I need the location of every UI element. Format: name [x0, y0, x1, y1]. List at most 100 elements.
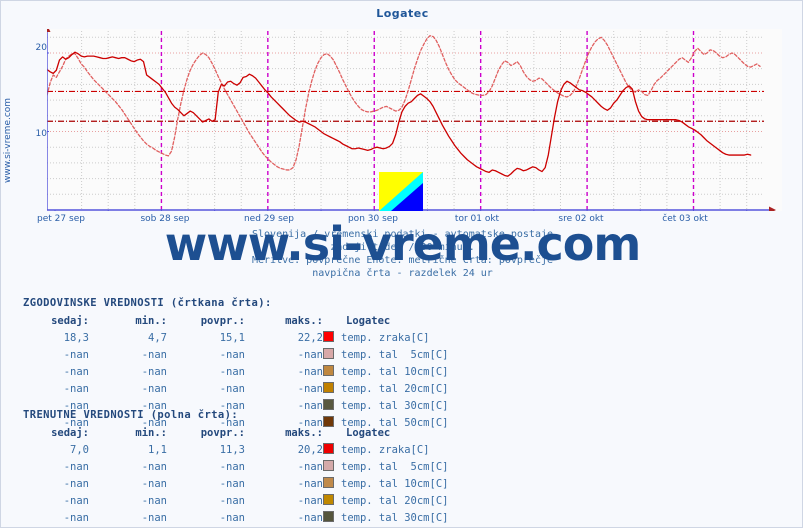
legend-color-swatch-icon	[323, 382, 334, 393]
logo-icon	[379, 172, 423, 211]
table-row: -nan -nan -nan -nan temp. tal 5cm[C]	[23, 348, 448, 365]
cell-povpr: -nan	[219, 366, 245, 378]
historical-section-title: ZGODOVINSKE VREDNOSTI (črtkana črta):	[23, 297, 272, 309]
legend-swatch-cell	[323, 382, 341, 399]
cell-sedaj: 7,0	[70, 444, 89, 456]
caption-line-1: Slovenija / vremenski podatki - avtomats…	[251, 229, 554, 240]
legend-swatch-cell	[323, 477, 341, 494]
x-tick-label-3: pon 30 sep	[347, 214, 399, 224]
header-povpr: povpr.:	[200, 427, 245, 439]
header-min: min.:	[135, 427, 167, 439]
cell-sedaj: -nan	[63, 495, 89, 507]
cell-povpr: -nan	[219, 349, 245, 361]
cell-maks: -nan	[297, 461, 323, 473]
legend-color-swatch-icon	[323, 331, 334, 342]
header-sedaj: sedaj:	[51, 315, 89, 327]
cell-maks: -nan	[297, 366, 323, 378]
table-row: -nan -nan -nan -nan temp. tal 5cm[C]	[23, 460, 448, 477]
current-values-table: sedaj: min.: povpr.: maks.: Logatec 7,0 1…	[23, 426, 449, 527]
cell-povpr: -nan	[219, 383, 245, 395]
cell-sedaj: -nan	[63, 349, 89, 361]
cell-sedaj: -nan	[63, 512, 89, 524]
cell-series-name: temp. tal 5cm[C]	[341, 461, 449, 473]
legend-swatch-cell	[323, 494, 341, 511]
legend-color-swatch-icon	[323, 477, 334, 488]
table-row: 18,3 4,7 15,1 22,2 temp. zraka[C]	[23, 331, 448, 348]
y-tick-label-20: 20	[35, 43, 47, 53]
cell-min: 1,1	[148, 444, 167, 456]
header-swatch-spacer	[323, 314, 341, 331]
cell-series-name: temp. tal 5cm[C]	[341, 349, 449, 361]
si-vreme-logo	[379, 172, 423, 211]
table-row: -nan -nan -nan -nan temp. tal 20cm[C]	[23, 494, 448, 511]
legend-color-swatch-icon	[323, 511, 334, 522]
current-values-section: TRENUTNE VREDNOSTI (polna črta): sedaj: …	[23, 409, 449, 527]
current-section-title: TRENUTNE VREDNOSTI (polna črta):	[23, 409, 239, 421]
legend-color-swatch-icon	[323, 348, 334, 359]
cell-maks: -nan	[297, 512, 323, 524]
cell-maks: -nan	[297, 478, 323, 490]
header-swatch-spacer	[323, 426, 341, 443]
table-row: -nan -nan -nan -nan temp. tal 20cm[C]	[23, 382, 448, 399]
y-tick-label-10: 10	[35, 129, 47, 139]
x-tick-label-0: pet 27 sep	[37, 214, 85, 224]
header-maks: maks.:	[285, 315, 323, 327]
table-header-row: sedaj: min.: povpr.: maks.: Logatec	[23, 426, 448, 443]
cell-series-name: temp. tal 20cm[C]	[341, 383, 449, 395]
cell-min: 4,7	[148, 332, 167, 344]
cell-series-name: temp. tal 20cm[C]	[341, 495, 449, 507]
header-sedaj: sedaj:	[51, 427, 89, 439]
cell-povpr: -nan	[219, 495, 245, 507]
cell-sedaj: -nan	[63, 461, 89, 473]
cell-maks: -nan	[297, 495, 323, 507]
legend-color-swatch-icon	[323, 365, 334, 376]
cell-povpr: 11,3	[219, 444, 245, 456]
cell-min: -nan	[141, 495, 167, 507]
legend-swatch-cell	[323, 365, 341, 382]
cell-min: -nan	[141, 461, 167, 473]
site-watermark-vertical: www.si-vreme.com	[3, 97, 13, 183]
cell-min: -nan	[141, 366, 167, 378]
caption-line-4: navpična črta - razdelek 24 ur	[312, 268, 493, 279]
cell-maks: -nan	[297, 349, 323, 361]
x-tick-label-2: ned 29 sep	[243, 214, 295, 224]
cell-min: -nan	[141, 383, 167, 395]
legend-swatch-cell	[323, 331, 341, 348]
table-row: -nan -nan -nan -nan temp. tal 10cm[C]	[23, 365, 448, 382]
cell-series-name: temp. zraka[C]	[341, 332, 430, 344]
cell-povpr: -nan	[219, 461, 245, 473]
cell-sedaj: 18,3	[63, 332, 89, 344]
cell-min: -nan	[141, 349, 167, 361]
cell-maks: -nan	[297, 383, 323, 395]
legend-swatch-cell	[323, 460, 341, 477]
cell-sedaj: -nan	[63, 478, 89, 490]
legend-color-swatch-icon	[323, 443, 334, 454]
cell-maks: 22,2	[297, 332, 323, 344]
cell-maks: 20,2	[297, 444, 323, 456]
legend-color-swatch-icon	[323, 494, 334, 505]
cell-povpr: -nan	[219, 478, 245, 490]
cell-povpr: 15,1	[219, 332, 245, 344]
page-title: Logatec	[376, 7, 429, 20]
cell-series-name: temp. zraka[C]	[341, 444, 430, 456]
cell-povpr: -nan	[219, 512, 245, 524]
cell-sedaj: -nan	[63, 383, 89, 395]
table-row: -nan -nan -nan -nan temp. tal 30cm[C]	[23, 511, 449, 527]
header-station: Logatec	[346, 427, 391, 439]
cell-min: -nan	[141, 512, 167, 524]
table-row: 7,0 1,1 11,3 20,2 temp. zraka[C]	[23, 443, 448, 460]
caption-line-2: zadnji teden / 30 minut.	[330, 242, 475, 253]
x-tick-label-6: čet 03 okt	[662, 214, 708, 224]
x-tick-label-4: tor 01 okt	[454, 214, 500, 224]
cell-series-name: temp. tal 30cm[C]	[341, 512, 449, 524]
legend-swatch-cell	[323, 511, 341, 527]
x-tick-label-5: sre 02 okt	[558, 214, 604, 224]
header-maks: maks.:	[285, 427, 323, 439]
chart-page: Logatec www.si-vreme.com 20 10 pet 27 se…	[0, 0, 803, 528]
header-station: Logatec	[346, 315, 391, 327]
table-row: -nan -nan -nan -nan temp. tal 10cm[C]	[23, 477, 448, 494]
table-header-row: sedaj: min.: povpr.: maks.: Logatec	[23, 314, 448, 331]
legend-swatch-cell	[323, 348, 341, 365]
x-tick-label-1: sob 28 sep	[140, 214, 190, 224]
header-povpr: povpr.:	[200, 315, 245, 327]
